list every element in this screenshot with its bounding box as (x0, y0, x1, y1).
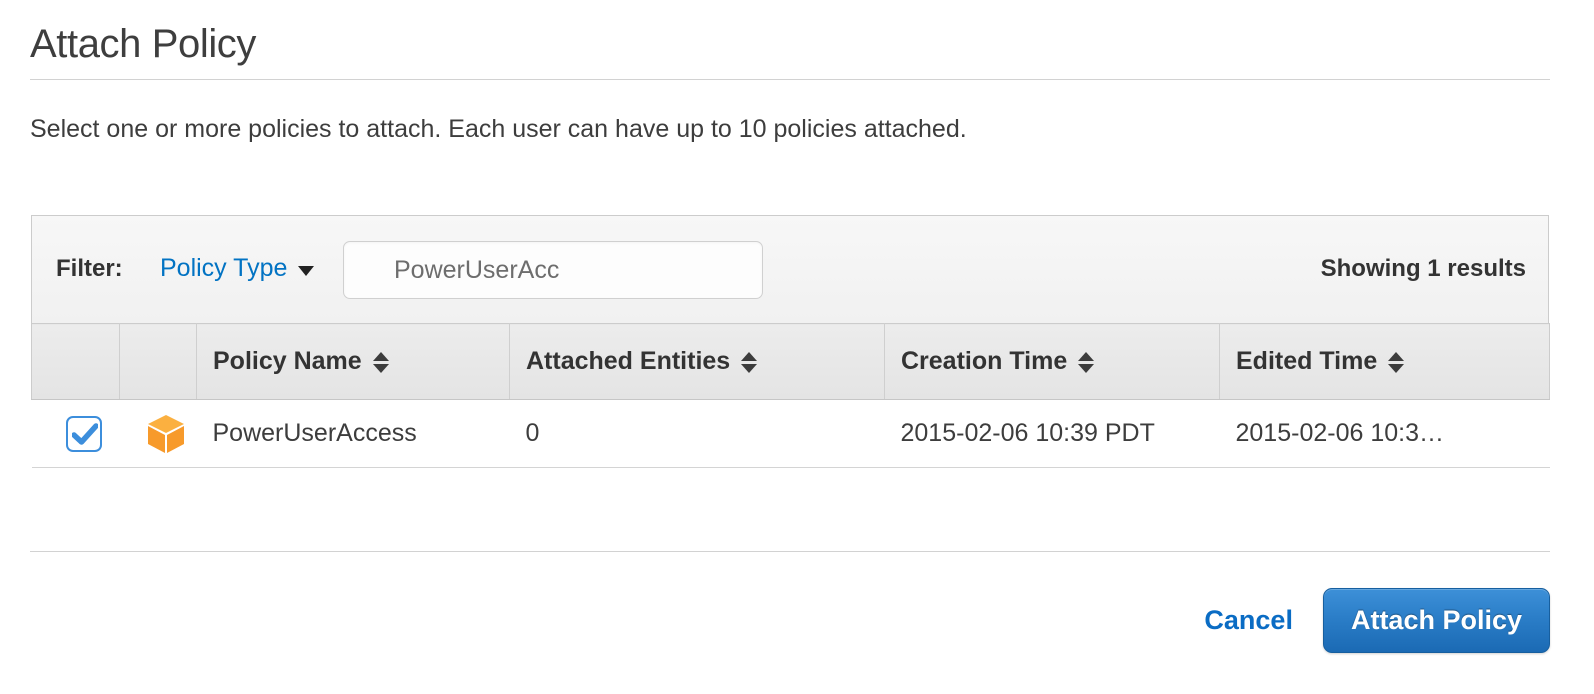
policy-type-dropdown[interactable]: Policy Type (160, 254, 315, 283)
policy-search-field[interactable] (343, 241, 763, 299)
attach-policy-dialog: Attach Policy Select one or more policie… (0, 0, 1594, 694)
dialog-description: Select one or more policies to attach. E… (30, 115, 967, 143)
attach-policy-button[interactable]: Attach Policy (1322, 588, 1550, 653)
cell-attached-entities: 0 (509, 399, 885, 468)
policy-cube-icon (146, 413, 186, 455)
row-select-cell (31, 399, 120, 468)
column-header-creation-time[interactable]: Creation Time (884, 323, 1220, 400)
page-title: Attach Policy (30, 22, 257, 66)
sort-icon[interactable] (1078, 351, 1095, 373)
filter-label: Filter: (56, 255, 123, 282)
policy-search-input[interactable] (344, 242, 762, 298)
chevron-down-icon (298, 266, 315, 276)
row-checkbox[interactable] (65, 415, 102, 452)
column-header-creation-time-label: Creation Time (901, 347, 1068, 375)
table-header-row: Policy Name Attached Entities Creation T… (31, 323, 1550, 400)
column-header-icon (119, 323, 197, 400)
sort-icon[interactable] (741, 351, 758, 373)
table-row[interactable]: PowerUserAccess 0 2015-02-06 10:39 PDT 2… (31, 399, 1550, 468)
policies-table: Policy Name Attached Entities Creation T… (31, 323, 1550, 468)
footer-divider (30, 551, 1550, 552)
cell-creation-time: 2015-02-06 10:39 PDT (884, 399, 1220, 468)
policies-table-container: Policy Name Attached Entities Creation T… (31, 323, 1550, 468)
cancel-button[interactable]: Cancel (1204, 605, 1293, 636)
dialog-footer: Cancel Attach Policy (1204, 588, 1550, 653)
row-icon-cell (119, 399, 197, 468)
sort-icon[interactable] (1388, 351, 1405, 373)
column-header-policy-name[interactable]: Policy Name (196, 323, 510, 400)
checkmark-icon (71, 422, 98, 445)
column-header-attached-entities[interactable]: Attached Entities (509, 323, 885, 400)
column-header-edited-time[interactable]: Edited Time (1219, 323, 1550, 400)
column-header-attached-entities-label: Attached Entities (526, 347, 731, 375)
column-header-select (31, 323, 120, 400)
filter-bar: Filter: Policy Type Showing 1 results (31, 215, 1549, 323)
column-header-edited-time-label: Edited Time (1236, 347, 1378, 375)
results-count: Showing 1 results (1320, 255, 1526, 282)
column-header-policy-name-label: Policy Name (213, 347, 362, 375)
cell-policy-name: PowerUserAccess (196, 399, 510, 468)
policy-type-dropdown-label: Policy Type (160, 254, 288, 282)
title-divider (30, 79, 1550, 80)
cell-edited-time: 2015-02-06 10:3… (1219, 399, 1550, 468)
sort-icon[interactable] (372, 351, 389, 373)
